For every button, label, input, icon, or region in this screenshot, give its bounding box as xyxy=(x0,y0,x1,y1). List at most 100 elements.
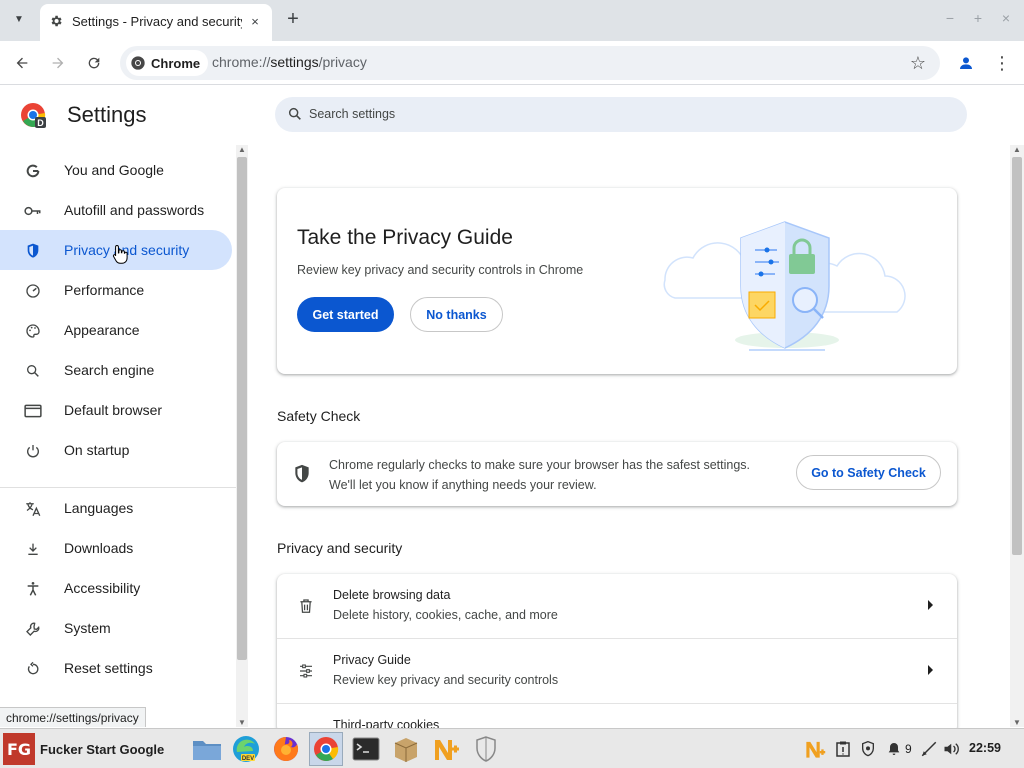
main-scroll-thumb[interactable] xyxy=(1012,157,1022,555)
tab-title: Settings - Privacy and security xyxy=(72,14,242,29)
power-icon xyxy=(24,442,42,460)
sidebar-item-languages[interactable]: Languages xyxy=(0,488,232,528)
tab-search-button[interactable]: ▼ xyxy=(8,8,30,30)
main-scrollbar[interactable]: ▲ ▼ xyxy=(1010,145,1024,727)
scroll-down-arrow-icon[interactable]: ▼ xyxy=(1013,718,1021,727)
network-icon[interactable] xyxy=(920,739,938,759)
start-button[interactable]: FG Fucker Start Google xyxy=(3,732,164,766)
new-tab-button[interactable]: + xyxy=(282,8,304,30)
chrome-logo-icon xyxy=(131,56,145,70)
package-manager-icon[interactable] xyxy=(389,732,423,766)
maximize-button[interactable]: + xyxy=(969,10,987,26)
gauge-icon xyxy=(24,282,42,300)
chrome-dev-logo: D xyxy=(20,102,46,128)
row-delete-browsing-data[interactable]: Delete browsing data Delete history, coo… xyxy=(277,574,957,639)
tab-close-icon[interactable]: × xyxy=(246,12,264,30)
notepadqq-icon[interactable] xyxy=(429,732,463,766)
download-icon xyxy=(24,540,42,558)
palette-icon xyxy=(24,322,42,340)
safety-check-heading: Safety Check xyxy=(277,408,361,424)
sidebar-item-reset[interactable]: Reset settings xyxy=(0,648,232,688)
notepadqq-tray-icon[interactable] xyxy=(803,739,827,759)
forward-button[interactable] xyxy=(46,51,70,75)
forward-arrow-icon xyxy=(52,57,64,69)
sidebar-item-downloads[interactable]: Downloads xyxy=(0,528,232,568)
bell-icon xyxy=(888,743,900,755)
sidebar-item-accessibility[interactable]: Accessibility xyxy=(0,568,232,608)
chip-label: Chrome xyxy=(151,55,201,71)
back-arrow-icon xyxy=(16,57,28,69)
search-settings-field[interactable]: Search settings xyxy=(275,97,967,132)
sidebar-item-performance[interactable]: Performance xyxy=(0,270,232,310)
scroll-up-arrow-icon[interactable]: ▲ xyxy=(238,145,246,154)
search-placeholder: Search settings xyxy=(309,107,396,121)
no-thanks-button[interactable]: No thanks xyxy=(410,297,503,332)
reload-icon xyxy=(88,57,100,69)
shield-icon xyxy=(24,242,42,260)
clipboard-icon[interactable] xyxy=(836,739,850,759)
privacy-guide-card: Take the Privacy Guide Review key privac… xyxy=(277,188,957,374)
search-icon xyxy=(288,107,301,120)
get-started-button[interactable]: Get started xyxy=(297,297,394,332)
site-info-chip[interactable]: Chrome xyxy=(126,50,209,76)
sidebar-scroll-thumb[interactable] xyxy=(237,157,247,660)
browser-toolbar: Chrome chrome://settings/privacy ☆ ⋮ xyxy=(0,41,1024,85)
tab-strip: ▼ Settings - Privacy and security × + − … xyxy=(0,0,1024,41)
sidebar-item-system[interactable]: System xyxy=(0,608,232,648)
profile-button[interactable] xyxy=(954,51,978,75)
address-bar[interactable]: Chrome chrome://settings/privacy ☆ xyxy=(120,46,940,80)
person-icon xyxy=(960,57,972,69)
minimize-button[interactable]: − xyxy=(941,10,959,26)
url-text[interactable]: chrome://settings/privacy xyxy=(212,54,367,70)
shield-tray-icon[interactable] xyxy=(860,739,876,759)
start-logo: FG xyxy=(3,733,35,765)
terminal-icon[interactable] xyxy=(349,732,383,766)
page-title: Settings xyxy=(67,102,147,127)
sidebar-item-privacy[interactable]: Privacy and security xyxy=(0,230,232,270)
chrome-taskbar-icon[interactable] xyxy=(309,732,343,766)
sidebar-item-autofill[interactable]: Autofill and passwords xyxy=(0,190,232,230)
svg-text:DEV: DEV xyxy=(242,756,254,762)
settings-sidebar: You and Google Autofill and passwords Pr… xyxy=(0,150,236,710)
safety-check-text: Chrome regularly checks to make sure you… xyxy=(329,458,751,492)
reload-button[interactable] xyxy=(82,51,106,75)
sidebar-item-search-engine[interactable]: Search engine xyxy=(0,350,232,390)
sidebar-scrollbar[interactable]: ▲ ▼ xyxy=(236,145,248,727)
accessibility-icon xyxy=(24,580,42,598)
privacy-guide-title: Take the Privacy Guide xyxy=(297,226,513,249)
go-to-safety-check-button[interactable]: Go to Safety Check xyxy=(796,455,941,490)
svg-text:D: D xyxy=(37,118,44,128)
volume-icon[interactable] xyxy=(943,739,961,759)
google-g-icon xyxy=(24,162,42,180)
close-window-button[interactable]: × xyxy=(997,10,1015,26)
security-shield-icon[interactable] xyxy=(469,732,503,766)
chevron-right-icon xyxy=(928,600,933,610)
tab-settings[interactable]: Settings - Privacy and security × xyxy=(40,4,272,41)
back-button[interactable] xyxy=(10,51,34,75)
notification-tray[interactable]: 9 xyxy=(886,739,912,759)
shield-icon xyxy=(295,464,309,483)
gear-icon xyxy=(48,13,64,29)
tune-icon xyxy=(297,662,315,680)
reset-icon xyxy=(24,660,42,678)
sidebar-item-you-and-google[interactable]: You and Google xyxy=(0,150,232,190)
file-manager-icon[interactable] xyxy=(190,732,224,766)
hand-cursor-icon xyxy=(112,244,128,264)
wrench-icon xyxy=(24,620,42,638)
kebab-menu-icon[interactable]: ⋮ xyxy=(990,51,1014,75)
start-label: Fucker Start Google xyxy=(40,741,165,757)
sidebar-item-default-browser[interactable]: Default browser xyxy=(0,390,232,430)
firefox-icon[interactable] xyxy=(269,732,303,766)
bookmark-star-icon[interactable]: ☆ xyxy=(910,53,926,74)
row-privacy-guide[interactable]: Privacy Guide Review key privacy and sec… xyxy=(277,639,957,704)
edge-dev-icon[interactable]: DEV xyxy=(229,732,263,766)
browser-window-icon xyxy=(24,402,42,420)
sidebar-item-on-startup[interactable]: On startup xyxy=(0,430,232,470)
clock[interactable]: 22:59 xyxy=(969,741,1001,755)
sidebar-item-appearance[interactable]: Appearance xyxy=(0,310,232,350)
search-icon xyxy=(24,362,42,380)
trash-icon xyxy=(297,597,315,615)
taskbar: FG Fucker Start Google DEV 9 22:59 xyxy=(0,728,1024,768)
scroll-down-arrow-icon[interactable]: ▼ xyxy=(238,718,246,727)
scroll-up-arrow-icon[interactable]: ▲ xyxy=(1013,145,1021,154)
